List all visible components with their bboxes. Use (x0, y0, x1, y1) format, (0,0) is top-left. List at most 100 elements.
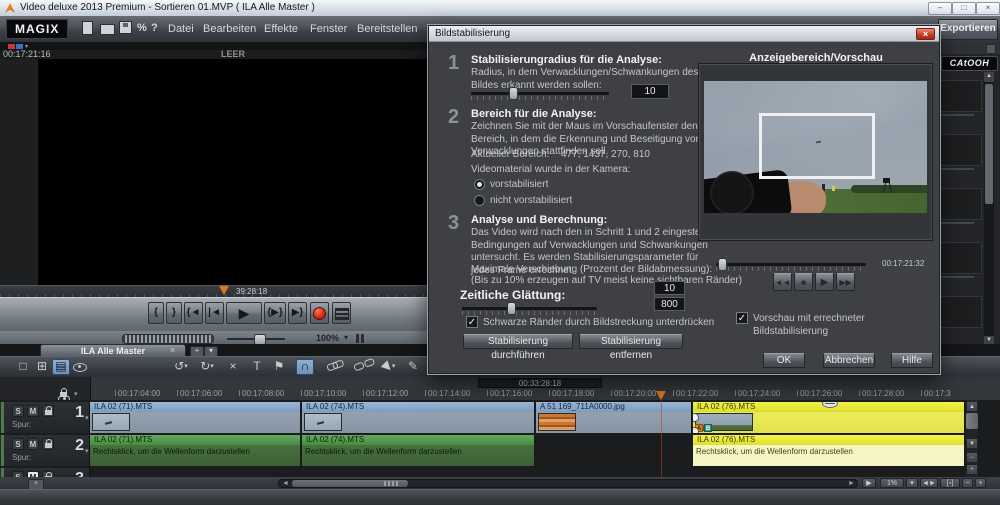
ungroup-unlink-button[interactable] (348, 359, 370, 375)
audio-clip[interactable]: ILA 02 (71).MTS Rechtsklick, um die Well… (90, 435, 301, 466)
track-zoom-out-button[interactable]: − (966, 452, 978, 463)
preview-play-button[interactable]: ▶ (815, 273, 834, 291)
context-help-icon[interactable]: ? (151, 21, 165, 35)
preview-rewind-button[interactable]: ◄◄ (773, 273, 792, 291)
remove-stabilization-button[interactable]: Stabilisierung entfernen (579, 334, 683, 349)
playhead-marker[interactable] (656, 391, 666, 400)
zoom-dropdown-icon[interactable]: ▾ (906, 478, 918, 488)
jump-to-start-button[interactable]: |◄ (205, 302, 224, 324)
radius-slider-thumb[interactable] (509, 87, 518, 100)
window-close-button[interactable]: × (976, 2, 1000, 15)
single-view-button[interactable]: □ (14, 359, 32, 375)
media-scrollbar-thumb[interactable] (985, 84, 993, 204)
video-clip[interactable]: ILA 02 (74).MTS (302, 402, 535, 433)
timeline-zoom-level[interactable]: 1% (880, 478, 904, 488)
range-start-button[interactable]: { (148, 302, 164, 324)
scroll-down-icon[interactable]: ▼ (966, 438, 978, 449)
menu-bearbeiten[interactable]: Bearbeiten (203, 21, 256, 37)
menu-effekte[interactable]: Effekte (264, 21, 298, 37)
media-pool-menu-button[interactable] (986, 44, 996, 54)
selected-video-clip[interactable]: ILA 02 (76).MTS A B (693, 402, 965, 433)
image-clip[interactable]: A 51 169_711A0000.jpg (536, 402, 692, 433)
snap-magnet-button[interactable]: ∩ (296, 359, 314, 375)
preview-forward-button[interactable]: ▶▶ (836, 273, 855, 291)
marker-flag-button[interactable]: ⚑ (272, 359, 286, 375)
jog-wheel[interactable] (122, 334, 214, 344)
visibility-dropdown-icon[interactable]: ▾ (74, 390, 78, 398)
monitor-layout-icon[interactable] (356, 334, 364, 343)
save-icon[interactable] (119, 21, 132, 34)
range-end-button[interactable]: } (166, 302, 182, 324)
track-zoom-in-button[interactable]: + (966, 464, 978, 475)
menu-fenster[interactable]: Fenster (310, 21, 347, 37)
preview-stabilization-label[interactable]: Vorschau mit errechneter Bildstabilisier… (753, 313, 939, 338)
audio-clip[interactable]: ILA 02 (74).MTS Rechtsklick, um die Well… (302, 435, 535, 466)
undo-button[interactable]: ↺▾ (170, 359, 192, 375)
timeline-view-button[interactable]: ▤ (52, 359, 70, 375)
suppress-borders-label[interactable]: Schwarze Ränder durch Bildstreckung unte… (483, 317, 714, 330)
lock-button[interactable] (42, 438, 54, 450)
media-list-item[interactable] (940, 134, 982, 166)
play-to-end-button[interactable]: ▶} (288, 302, 307, 324)
window-minimize-button[interactable]: – (928, 2, 952, 15)
record-button[interactable] (310, 302, 329, 324)
cancel-button[interactable]: Abbrechen (823, 353, 875, 368)
media-list-item[interactable] (940, 80, 982, 112)
scroll-left-icon[interactable]: ◄ (282, 480, 289, 487)
zoom-fit-button[interactable]: ◄► (920, 478, 938, 488)
solo-button[interactable]: S (12, 438, 24, 450)
radius-value-field[interactable]: 10 (631, 84, 669, 99)
new-project-icon[interactable] (82, 21, 93, 35)
help-button[interactable]: Hilfe (891, 353, 933, 368)
smoothing-slider-thumb[interactable] (507, 302, 516, 315)
draw-pencil-button[interactable]: ✎ (406, 359, 420, 375)
radio-nicht-vorstabilisiert[interactable] (474, 195, 485, 206)
zoom-in-button[interactable]: + (975, 478, 986, 488)
radio-vorstabilisiert-label[interactable]: vorstabilisiert (490, 179, 548, 192)
zoom-range-button[interactable]: [▫] (940, 478, 960, 488)
scroll-up-icon[interactable]: ▲ (966, 401, 978, 412)
solo-button[interactable]: S (12, 405, 24, 417)
settings-percent-icon[interactable]: % (137, 21, 151, 35)
track-dropdown-icon[interactable]: ▾ (85, 414, 89, 422)
mute-button[interactable]: M (27, 438, 39, 450)
preview-seek-slider[interactable] (716, 263, 866, 271)
dialog-titlebar[interactable]: Bildstabilisierung (429, 26, 939, 42)
run-stabilization-button[interactable]: Stabilisierung durchführen (463, 334, 573, 349)
zoom-out-button[interactable]: − (962, 478, 973, 488)
menu-datei[interactable]: Datei (168, 21, 194, 37)
preview-stabilization-checkbox[interactable]: ✓ (736, 312, 748, 324)
track-dropdown-icon[interactable]: ▾ (85, 447, 89, 455)
scroll-right-icon[interactable]: ► (848, 480, 855, 487)
ok-button[interactable]: OK (763, 353, 805, 368)
monitor-zoom-dropdown-icon[interactable]: ▾ (344, 333, 348, 342)
preview-eye-icon[interactable] (71, 359, 89, 375)
lock-button[interactable] (42, 405, 54, 417)
group-link-button[interactable] (322, 359, 342, 375)
analysis-region-rectangle[interactable] (759, 113, 875, 179)
mute-button[interactable]: M (27, 405, 39, 417)
preview-stop-button[interactable]: ■ (794, 273, 813, 291)
suppress-borders-checkbox[interactable]: ✓ (466, 316, 478, 328)
clip-handle[interactable] (693, 427, 699, 433)
monitor-playhead-marker[interactable] (219, 286, 229, 295)
play-range-button[interactable]: {▶} (264, 302, 286, 324)
redo-button[interactable]: ↻▾ (196, 359, 218, 375)
jump-range-start-button[interactable]: {◄ (184, 302, 203, 324)
video-monitor[interactable] (0, 59, 428, 285)
radius-slider[interactable] (471, 92, 609, 100)
media-scroll-up-icon[interactable]: ▲ (984, 72, 994, 82)
project-tab[interactable]: ILA Alle Master (40, 344, 186, 356)
radio-nicht-vorstabilisiert-label[interactable]: nicht vorstabilisiert (490, 195, 572, 208)
media-list-item[interactable] (940, 296, 982, 328)
text-tool-button[interactable]: T (250, 359, 264, 375)
play-from-here-button[interactable]: ▶ (862, 478, 876, 488)
dialog-close-button[interactable]: × (916, 28, 935, 40)
window-maximize-button[interactable]: □ (952, 2, 976, 15)
smoothing-slider[interactable] (462, 307, 597, 315)
media-list-item[interactable] (940, 188, 982, 220)
open-project-icon[interactable] (100, 24, 115, 35)
video-clip[interactable]: ILA 02 (71).MTS (90, 402, 301, 433)
scene-overview-button[interactable]: ⊞ (33, 359, 51, 375)
play-button[interactable]: ▶ (226, 302, 262, 324)
